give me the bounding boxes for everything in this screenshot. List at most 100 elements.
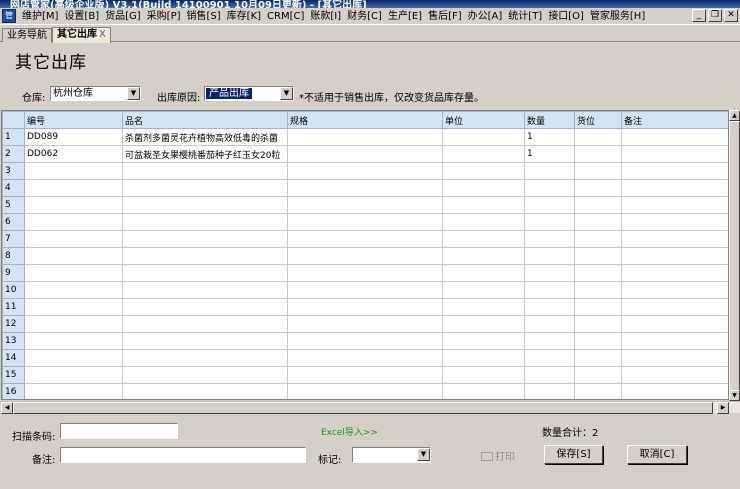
cell-code[interactable] (24, 196, 123, 214)
cell-qty[interactable] (524, 264, 575, 282)
cell-loc[interactable] (574, 332, 622, 350)
cell-spec[interactable] (287, 196, 443, 214)
tab-business-nav[interactable]: 业务导航 (2, 28, 52, 42)
cell-remark[interactable] (621, 315, 728, 333)
cell-spec[interactable] (287, 281, 443, 299)
table-row[interactable]: 2 DD062 可盆栽圣女果樱桃番茄种子红玉女20粒 1 (2, 145, 728, 163)
menu-item[interactable]: 接口[O] (546, 10, 588, 23)
cell-unit[interactable] (442, 383, 525, 399)
cell-unit[interactable] (442, 128, 525, 146)
cell-code[interactable]: DD062 (24, 145, 123, 163)
cell-spec[interactable] (287, 349, 443, 367)
cell-name[interactable] (122, 213, 288, 231)
cell-name[interactable]: 可盆栽圣女果樱桃番茄种子红玉女20粒 (122, 145, 288, 163)
cell-unit[interactable] (442, 332, 525, 350)
cell-remark[interactable] (621, 332, 728, 350)
cell-remark[interactable] (621, 247, 728, 265)
scroll-thumb[interactable] (13, 402, 713, 414)
tab-close-icon[interactable]: X (99, 29, 106, 40)
mark-select[interactable]: ▼ (352, 447, 431, 463)
menu-item[interactable]: 生产[E] (386, 10, 426, 23)
cell-remark[interactable] (621, 213, 728, 231)
cell-code[interactable] (24, 315, 123, 333)
cell-name[interactable] (122, 179, 288, 197)
menu-item[interactable]: 设置[B] (62, 10, 103, 23)
cell-qty[interactable] (524, 315, 575, 333)
cell-qty[interactable] (524, 366, 575, 384)
menu-item[interactable]: 售后[F] (426, 10, 466, 23)
cell-name[interactable] (122, 264, 288, 282)
cell-remark[interactable] (621, 230, 728, 248)
cell-code[interactable] (24, 281, 123, 299)
cell-unit[interactable] (442, 281, 525, 299)
table-row[interactable]: 7 (2, 230, 728, 248)
cell-code[interactable]: DD089 (24, 128, 123, 146)
menu-item[interactable]: 采购[P] (145, 10, 185, 23)
cell-qty[interactable]: 1 (524, 145, 575, 163)
table-row[interactable]: 11 (2, 298, 728, 316)
scan-barcode-input[interactable] (60, 423, 178, 439)
horizontal-scrollbar[interactable]: ◀ ▶ (1, 401, 740, 414)
table-row[interactable]: 14 (2, 349, 728, 367)
cell-name[interactable] (122, 366, 288, 384)
cell-loc[interactable] (574, 162, 622, 180)
cell-spec[interactable] (287, 145, 443, 163)
tab-other-outbound[interactable]: 其它出库 X (52, 27, 111, 43)
cell-name[interactable] (122, 383, 288, 399)
cell-unit[interactable] (442, 366, 525, 384)
col-header[interactable]: 数量 (524, 111, 575, 129)
cell-loc[interactable] (574, 264, 622, 282)
menu-item[interactable]: 货品[G] (103, 10, 145, 23)
cell-qty[interactable] (524, 298, 575, 316)
cell-code[interactable] (24, 332, 123, 350)
cell-loc[interactable] (574, 213, 622, 231)
menu-item[interactable]: CRM[C] (265, 10, 308, 23)
table-row[interactable]: 15 (2, 366, 728, 384)
col-header[interactable]: 编号 (24, 111, 123, 129)
cell-loc[interactable] (574, 128, 622, 146)
menu-item[interactable]: 办公[A] (466, 10, 507, 23)
cell-code[interactable] (24, 213, 123, 231)
cell-loc[interactable] (574, 383, 622, 399)
cell-loc[interactable] (574, 315, 622, 333)
cell-qty[interactable] (524, 230, 575, 248)
cell-name[interactable]: 杀菌剂多菌灵花卉植物高效低毒的杀菌 (122, 128, 288, 146)
cell-remark[interactable] (621, 128, 728, 146)
dropdown-arrow-icon[interactable]: ▼ (127, 87, 140, 100)
cell-remark[interactable] (621, 349, 728, 367)
cell-spec[interactable] (287, 332, 443, 350)
cell-spec[interactable] (287, 179, 443, 197)
cell-spec[interactable] (287, 366, 443, 384)
cell-loc[interactable] (574, 349, 622, 367)
app-icon[interactable]: 管 (2, 9, 16, 23)
cell-spec[interactable] (287, 315, 443, 333)
minimize-icon[interactable]: _ (692, 9, 706, 22)
table-row[interactable]: 5 (2, 196, 728, 214)
cell-unit[interactable] (442, 145, 525, 163)
cell-name[interactable] (122, 349, 288, 367)
cell-spec[interactable] (287, 128, 443, 146)
cell-qty[interactable] (524, 162, 575, 180)
table-row[interactable]: 8 (2, 247, 728, 265)
cell-spec[interactable] (287, 247, 443, 265)
menu-item[interactable]: 库存[K] (225, 10, 265, 23)
cell-unit[interactable] (442, 179, 525, 197)
table-row[interactable]: 6 (2, 213, 728, 231)
cell-unit[interactable] (442, 213, 525, 231)
cell-remark[interactable] (621, 383, 728, 399)
cell-code[interactable] (24, 247, 123, 265)
save-button[interactable]: 保存[S] (544, 445, 603, 464)
excel-import-link[interactable]: Excel导入>> (321, 425, 378, 438)
remark-input[interactable] (60, 447, 306, 463)
warehouse-select[interactable]: 杭州仓库 ▼ (50, 86, 141, 101)
cell-name[interactable] (122, 281, 288, 299)
menu-item[interactable]: 财务[C] (345, 10, 386, 23)
cell-code[interactable] (24, 383, 123, 399)
cell-code[interactable] (24, 366, 123, 384)
cell-spec[interactable] (287, 230, 443, 248)
cell-qty[interactable]: 1 (524, 128, 575, 146)
print-button[interactable]: 打印 (481, 448, 515, 463)
cell-loc[interactable] (574, 366, 622, 384)
cell-spec[interactable] (287, 383, 443, 399)
cell-name[interactable] (122, 332, 288, 350)
